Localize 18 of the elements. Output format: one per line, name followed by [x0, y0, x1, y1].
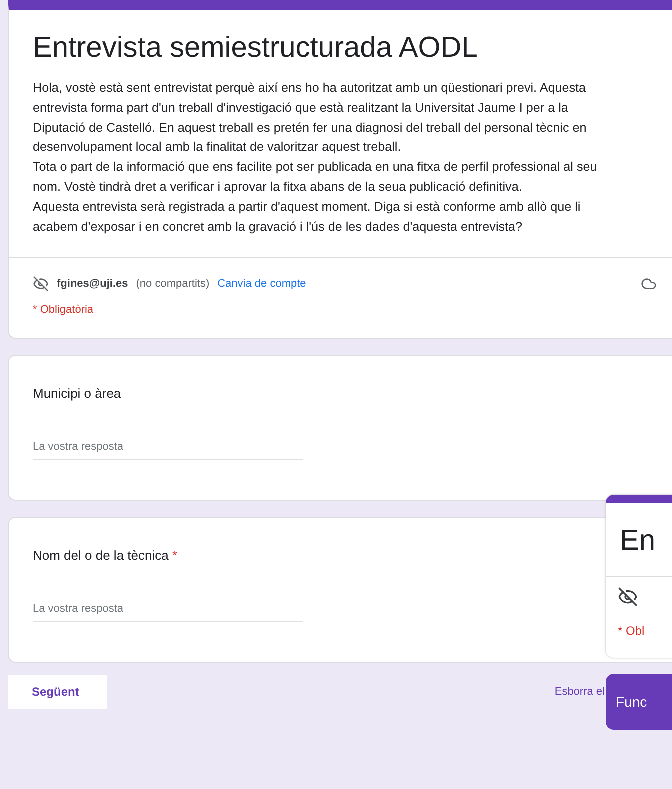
next-button[interactable]: Següent — [8, 675, 108, 710]
eye-off-icon — [33, 276, 49, 292]
question-label: Municipi o àrea — [33, 386, 122, 402]
form-title: Entrevista semiestructurada AODL — [32, 31, 479, 66]
sharing-note: (no compartits) — [136, 278, 210, 290]
overlay-form-title: En — [606, 503, 672, 577]
answer-field[interactable]: La vostra resposta — [33, 441, 303, 460]
switch-account-link[interactable]: Canvia de compte — [218, 278, 306, 290]
clear-form-button[interactable]: Esborra el — [554, 686, 605, 698]
required-note: * Obligatòria — [32, 303, 95, 318]
cloud-icon — [641, 276, 657, 292]
eye-off-icon — [618, 587, 638, 607]
question-label: Nom del o de la tècnica * — [33, 548, 179, 564]
answer-field[interactable]: La vostra resposta — [33, 603, 303, 622]
overlay-required-note: * Obl — [617, 623, 646, 640]
overlay-form-button[interactable]: Func — [606, 674, 672, 730]
account-email: fgines@uji.es — [57, 278, 128, 290]
form-description: Hola, vostè està sent entrevistat perquè així ens ho ha autoritzat amb un qüestionari previ. Aquesta entrevista forma part d'un treball d'investigació que està realitzant la Universitat Jaume I per a la Diputació de Castelló. En aquest treball es pretén fer una diagnosi del treball del personal tècnic en desenvolupament local amb la finalitat de valoritzar aquest treball. Tota o part de la informació que ens facilite pot ser publicada en una fitxa de perfil professional al seu nom. Vostè tindrà dret a verificar i aprovar la fitxa abans de la seua publicació definitiva. Aquesta entrevista serà registrada a partir d'aquest moment. Diga si està conforme amb allò que li acabem d'exposar i en concret amb la gravació i l'ús de les dades d'aquesta entrevista? — [32, 80, 598, 236]
